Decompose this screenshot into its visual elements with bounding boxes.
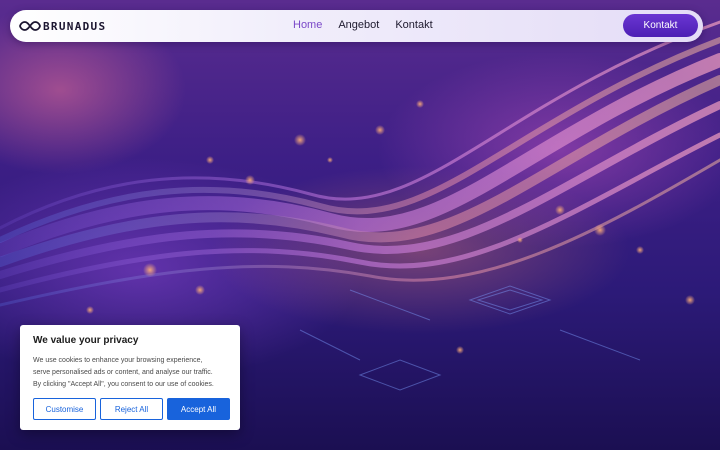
accept-all-button[interactable]: Accept All — [167, 398, 230, 420]
cookie-consent-banner: We value your privacy We use cookies to … — [20, 325, 240, 430]
reject-all-button[interactable]: Reject All — [100, 398, 163, 420]
cookie-text-line: serve personalised ads or content, and a… — [33, 369, 213, 376]
brand-name: BRUNADUS — [43, 19, 107, 33]
kontakt-cta-button[interactable]: Kontakt — [623, 14, 698, 37]
cookie-banner-title: We value your privacy — [33, 335, 139, 346]
nav-link-kontakt[interactable]: Kontakt — [395, 19, 432, 31]
brand-logo[interactable]: BRUNADUS — [19, 19, 106, 33]
cookie-banner-text: We use cookies to enhance your browsing … — [33, 355, 227, 391]
customise-button[interactable]: Customise — [33, 398, 96, 420]
cookie-text-line: By clicking "Accept All", you consent to… — [33, 381, 214, 388]
nav-link-angebot[interactable]: Angebot — [338, 19, 379, 31]
nav-link-home[interactable]: Home — [293, 19, 322, 31]
cookie-button-row: Customise Reject All Accept All — [33, 398, 230, 420]
infinity-icon — [19, 21, 41, 31]
top-navbar: BRUNADUS Home Angebot Kontakt Kontakt — [10, 10, 703, 42]
cookie-text-line: We use cookies to enhance your browsing … — [33, 357, 203, 364]
nav-links: Home Angebot Kontakt — [293, 19, 433, 31]
